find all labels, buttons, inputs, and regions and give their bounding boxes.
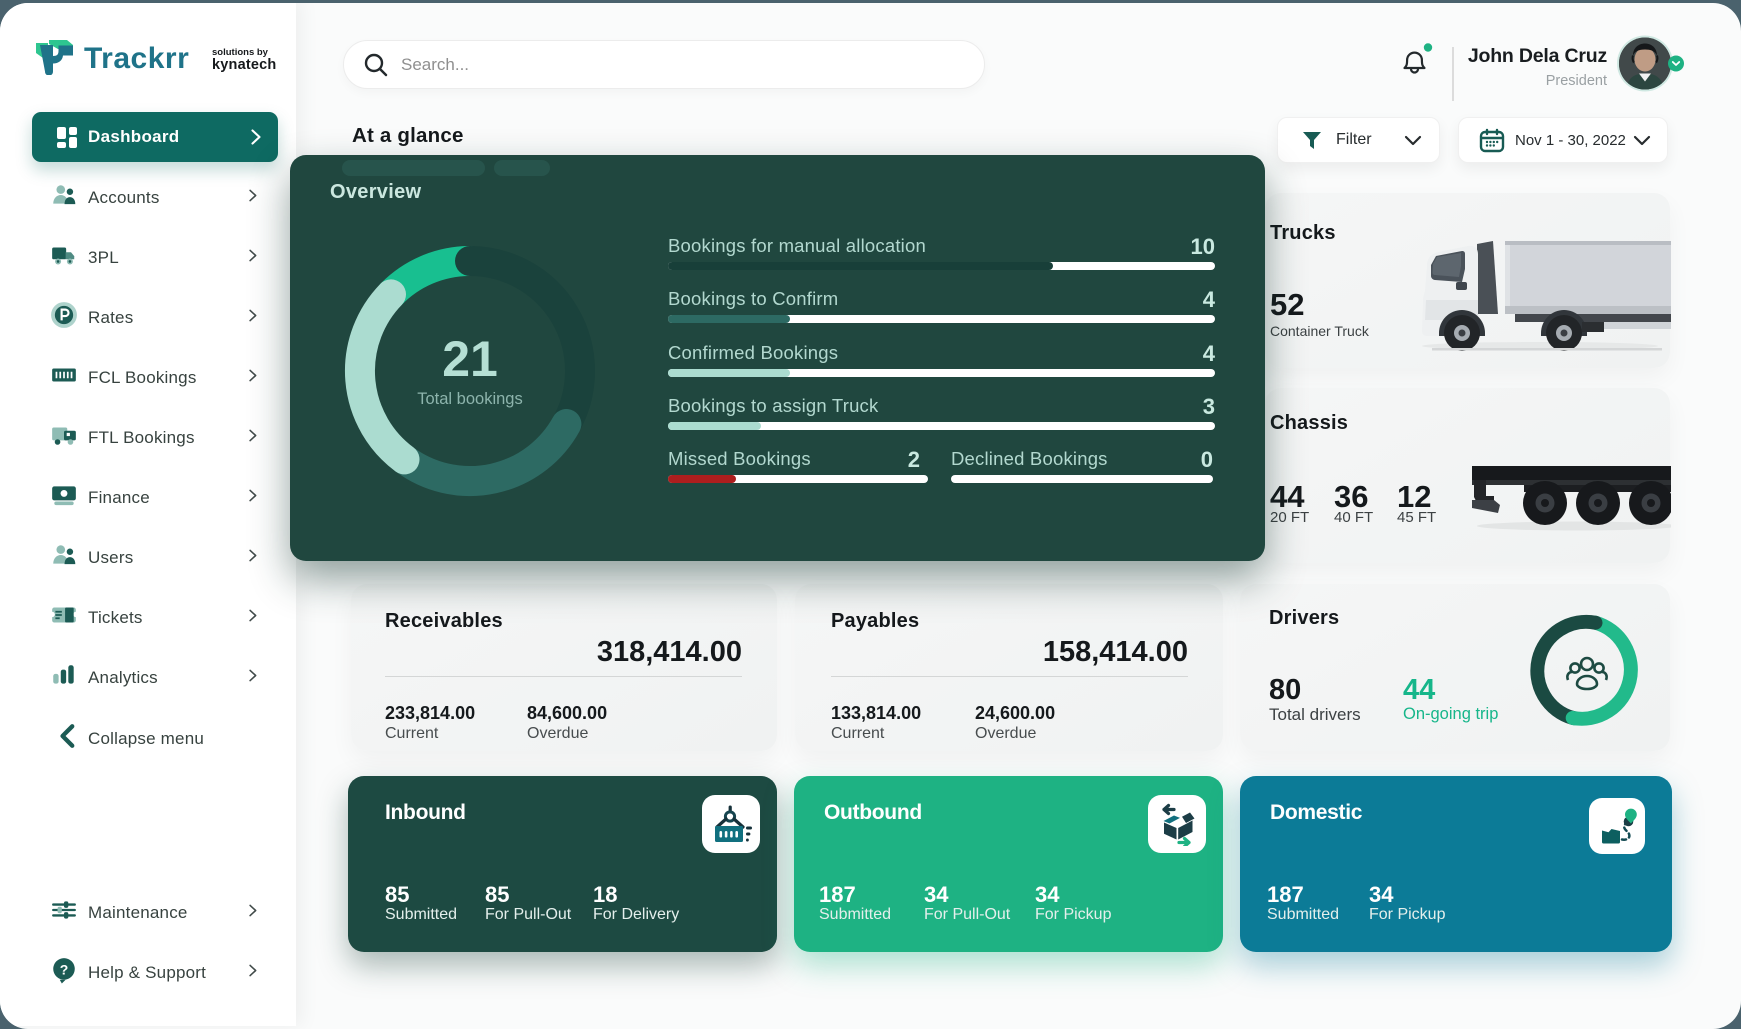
svg-text:Total bookings: Total bookings: [417, 390, 523, 408]
svg-text:?: ?: [60, 961, 69, 977]
svg-text:21: 21: [442, 331, 498, 387]
